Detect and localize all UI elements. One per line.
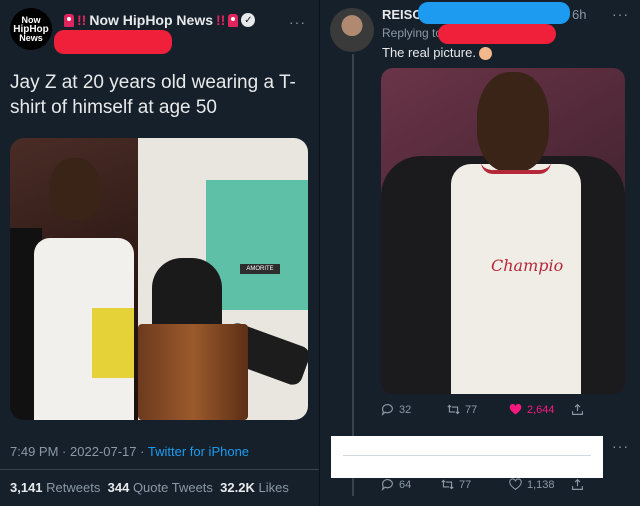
- young-photo[interactable]: [10, 138, 138, 420]
- reply-count: 32: [399, 403, 412, 416]
- reply-tweet: REISO 6h ··· Replying to The real pictur…: [320, 0, 640, 506]
- share-button[interactable]: [571, 478, 584, 491]
- retweet-count: 77: [459, 478, 472, 491]
- reply-text: The real picture.: [382, 45, 492, 61]
- handle-redaction: [54, 30, 172, 54]
- reply-button[interactable]: 64: [381, 478, 411, 491]
- reply-count: 64: [399, 478, 412, 491]
- painting-text: AMORITE: [240, 264, 280, 274]
- more-options-icon[interactable]: ···: [612, 6, 629, 22]
- heart-outline-icon: [509, 478, 522, 491]
- retweet-icon: [441, 479, 454, 490]
- like-count: 2,644: [527, 403, 555, 416]
- double-exclamation-icon: !!: [77, 12, 87, 28]
- handle-redaction: [418, 2, 570, 24]
- replying-to: Replying to: [382, 26, 443, 40]
- tweet-meta: 7:49 PM · 2022-07-17 · Twitter for iPhon…: [10, 444, 249, 459]
- meta-sep: ·: [62, 444, 67, 459]
- shirt-print: [92, 308, 134, 378]
- like-count: 1,138: [527, 478, 555, 491]
- logo-line-3: News: [19, 32, 43, 43]
- tweet-time[interactable]: 7:49 PM: [10, 444, 58, 459]
- tweet-source[interactable]: Twitter for iPhone: [148, 444, 249, 459]
- share-icon: [572, 403, 583, 415]
- mention-redaction: [438, 24, 556, 44]
- display-name: Now HipHop News: [89, 12, 213, 28]
- retweet-count: 77: [465, 403, 478, 416]
- next-reply-redaction: [331, 436, 603, 478]
- tweet-date[interactable]: 2022-07-17: [70, 444, 137, 459]
- reply-button[interactable]: 32: [381, 403, 411, 416]
- reply-avatar[interactable]: [330, 8, 374, 52]
- divider: [0, 469, 320, 470]
- more-options-icon[interactable]: ···: [612, 438, 629, 454]
- reply-display-name[interactable]: REISO: [382, 7, 422, 22]
- person-emoji-icon: [478, 47, 492, 61]
- reply-actions: 32 77 2,644: [381, 403, 621, 421]
- reply-media[interactable]: Champio: [381, 68, 625, 394]
- heart-icon: [509, 403, 522, 415]
- retweet-button[interactable]: 77: [447, 403, 477, 416]
- retweet-button[interactable]: 77: [441, 478, 471, 491]
- siren-icon: [228, 13, 239, 27]
- older-photo[interactable]: AMORITE: [138, 138, 308, 420]
- like-button[interactable]: 2,644: [509, 403, 555, 416]
- more-options-icon[interactable]: ···: [289, 14, 306, 30]
- meta-sep: ·: [140, 444, 145, 459]
- retweets-stat[interactable]: 3,141 Retweets: [10, 480, 100, 495]
- chair: [138, 324, 248, 420]
- retweet-icon: [447, 404, 460, 415]
- shirt-logo: Champio: [491, 256, 564, 275]
- likes-stat[interactable]: 32.2K Likes: [220, 480, 289, 495]
- tweet-text: Jay Z at 20 years old wearing a T-shirt …: [10, 72, 296, 118]
- account-avatar[interactable]: Now HipHop News: [10, 8, 52, 50]
- comment-icon: [381, 479, 393, 491]
- verified-badge-icon: ✓: [241, 13, 256, 27]
- reply-time[interactable]: 6h: [572, 7, 586, 22]
- main-tweet: Now HipHop News !! Now HipHop News !! ✓ …: [0, 0, 320, 506]
- share-icon: [572, 478, 583, 490]
- thread-line: [352, 54, 354, 496]
- account-name[interactable]: !! Now HipHop News !! ✓: [64, 12, 256, 28]
- share-button[interactable]: [571, 403, 584, 416]
- comment-icon: [381, 404, 393, 416]
- like-button[interactable]: 1,138: [509, 478, 555, 491]
- tweet-stats: 3,141 Retweets 344 Quote Tweets 32.2K Li…: [10, 480, 289, 495]
- quotes-stat[interactable]: 344 Quote Tweets: [108, 480, 213, 495]
- double-exclamation-icon: !!: [216, 12, 226, 28]
- next-reply-actions: 64 77 1,138: [381, 478, 621, 494]
- tweet-media[interactable]: AMORITE: [10, 138, 308, 420]
- siren-icon: [64, 13, 74, 27]
